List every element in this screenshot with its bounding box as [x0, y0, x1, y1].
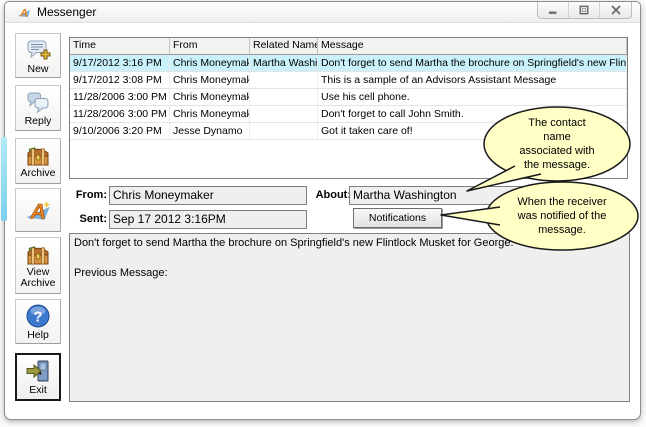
background-window-edge	[1, 137, 7, 221]
cell-time: 9/17/2012 3:16 PM	[70, 55, 170, 71]
cell-message: Got it taken care of!	[318, 123, 627, 139]
message-table-header: TimeFromRelated NameMessage	[70, 38, 627, 55]
message-row[interactable]: 11/28/2006 3:00 PMChris Moneymaker Use hi…	[70, 89, 627, 106]
advisors-assistant-logo-button[interactable]: A	[15, 188, 61, 232]
close-button[interactable]	[600, 2, 631, 18]
notifications-button[interactable]: Notifications	[353, 208, 442, 228]
cell-message: This is a sample of an Advisors Assistan…	[318, 72, 627, 88]
window-controls	[537, 2, 632, 19]
desktop-background: A Messenger	[0, 0, 646, 427]
message-body-field[interactable]: Don't forget to send Martha the brochure…	[69, 233, 630, 402]
cell-time: 11/28/2006 3:00 PM	[70, 89, 170, 105]
exit-button[interactable]: Exit	[15, 353, 61, 401]
close-icon	[611, 5, 621, 15]
column-header-related-name[interactable]: Related Name	[250, 38, 318, 54]
cell-message: Don't forget to call John Smith.	[318, 106, 627, 122]
exit-button-label: Exit	[29, 385, 47, 396]
svg-text:?: ?	[33, 308, 42, 325]
cell-message: Use his cell phone.	[318, 89, 627, 105]
help-button-label: Help	[27, 330, 49, 341]
window-title: Messenger	[37, 5, 96, 19]
new-button-label: New	[27, 64, 48, 75]
message-table: TimeFromRelated NameMessage 9/17/2012 3:…	[69, 37, 628, 179]
exit-door-icon	[25, 358, 51, 384]
cell-related-name: Martha Washington	[250, 55, 318, 71]
minimize-icon	[548, 5, 558, 15]
archive-chest-icon	[25, 242, 51, 266]
sent-label: Sent:	[67, 213, 107, 225]
cell-from: Chris Moneymaker	[170, 89, 250, 105]
about-field[interactable]: Martha Washington	[349, 186, 595, 205]
about-label: About:	[311, 189, 351, 201]
archive-button[interactable]: Archive	[15, 138, 61, 184]
help-icon: ?	[25, 303, 51, 329]
svg-text:A: A	[19, 8, 28, 20]
message-row[interactable]: 9/17/2012 3:08 PMChris Moneymaker This is…	[70, 72, 627, 89]
sent-field[interactable]: Sep 17 2012 3:16PM	[109, 210, 307, 229]
column-header-from[interactable]: From	[170, 38, 250, 54]
cell-related-name	[250, 106, 318, 122]
cell-time: 9/17/2012 3:08 PM	[70, 72, 170, 88]
cell-related-name	[250, 89, 318, 105]
cell-from: Chris Moneymaker	[170, 106, 250, 122]
svg-text:A: A	[29, 200, 46, 224]
archive-chest-icon	[25, 143, 51, 167]
maximize-button[interactable]	[569, 2, 600, 18]
from-label: From:	[67, 189, 107, 201]
new-button[interactable]: New	[15, 33, 61, 78]
cell-from: Chris Moneymaker	[170, 72, 250, 88]
reply-icon	[25, 89, 51, 115]
cell-time: 11/28/2006 3:00 PM	[70, 106, 170, 122]
cell-time: 9/10/2006 3:20 PM	[70, 123, 170, 139]
messenger-window: A Messenger	[4, 1, 641, 420]
cell-from: Jesse Dynamo	[170, 123, 250, 139]
message-row[interactable]: 11/28/2006 3:00 PMChris Moneymaker Don't …	[70, 106, 627, 123]
app-logo-icon: A	[17, 5, 31, 19]
from-field[interactable]: Chris Moneymaker	[109, 186, 307, 205]
reply-button[interactable]: Reply	[15, 85, 61, 131]
maximize-icon	[579, 5, 589, 15]
view-archive-button-label: View Archive	[16, 267, 60, 289]
message-row[interactable]: 9/10/2006 3:20 PMJesse Dynamo Got it take…	[70, 123, 627, 140]
cell-message: Don't forget to send Martha the brochure…	[318, 55, 627, 71]
column-header-time[interactable]: Time	[70, 38, 170, 54]
message-row[interactable]: 9/17/2012 3:16 PMChris MoneymakerMartha …	[70, 55, 627, 72]
advisors-assistant-logo-icon: A	[24, 196, 52, 224]
archive-button-label: Archive	[20, 168, 55, 179]
reply-button-label: Reply	[25, 116, 52, 127]
message-table-body: 9/17/2012 3:16 PMChris MoneymakerMartha …	[70, 55, 627, 140]
cell-related-name	[250, 72, 318, 88]
cell-related-name	[250, 123, 318, 139]
column-header-message[interactable]: Message	[318, 38, 627, 54]
view-archive-button[interactable]: View Archive	[15, 237, 61, 294]
new-message-icon	[25, 37, 51, 63]
help-button[interactable]: ? Help	[15, 299, 61, 344]
minimize-button[interactable]	[538, 2, 569, 18]
cell-from: Chris Moneymaker	[170, 55, 250, 71]
